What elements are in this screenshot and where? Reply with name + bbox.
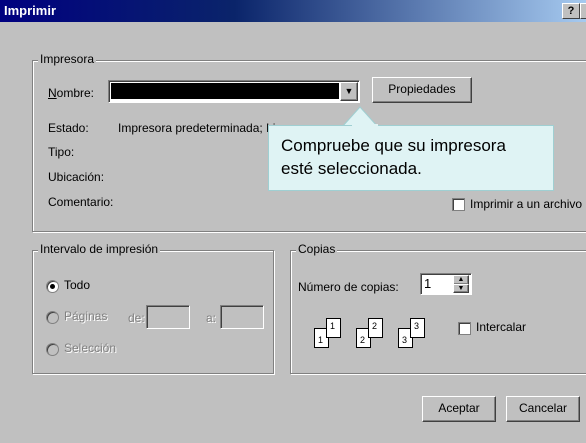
- comment-label: Comentario:: [48, 195, 114, 209]
- copies-count-label: Número de copias:: [298, 280, 399, 294]
- cancel-button[interactable]: Cancelar: [506, 396, 580, 422]
- printer-name-value: [111, 83, 339, 99]
- callout-line-2: esté seleccionada.: [281, 159, 422, 178]
- copies-count-value: 1: [424, 276, 432, 291]
- type-label: Tipo:: [48, 145, 75, 159]
- range-all-radio[interactable]: [46, 280, 59, 293]
- title-bar: Imprimir ?: [0, 0, 586, 22]
- copies-count-spinner[interactable]: 1 ▲ ▼: [420, 273, 472, 295]
- location-label: Ubicación:: [48, 170, 105, 184]
- range-to-input[interactable]: [220, 305, 264, 329]
- range-all-label: Todo: [64, 278, 91, 292]
- collate-label: Intercalar: [476, 320, 527, 334]
- close-button[interactable]: [580, 3, 586, 19]
- range-pages-radio[interactable]: [46, 311, 59, 324]
- callout-tooltip: Compruebe que su impresora esté seleccio…: [268, 125, 554, 191]
- help-button[interactable]: ?: [562, 3, 580, 19]
- range-to-label: a:: [206, 311, 217, 325]
- spinner-down-icon[interactable]: ▼: [453, 284, 469, 293]
- dropdown-arrow-icon[interactable]: ▼: [340, 82, 358, 101]
- collate-preview-icon: 1 1 2 2 3 3: [314, 314, 434, 350]
- range-from-input[interactable]: [146, 305, 190, 329]
- copies-group: [290, 250, 586, 374]
- print-dialog: Imprimir ? Impresora Nombre: ▼ Propiedad…: [0, 0, 586, 443]
- printer-name-select[interactable]: ▼: [108, 80, 360, 103]
- window-title: Imprimir: [4, 3, 57, 18]
- status-value: Impresora predeterminada; Li: [118, 121, 276, 135]
- collate-checkbox[interactable]: [458, 322, 471, 335]
- callout-line-1: Compruebe que su impresora: [281, 136, 506, 155]
- print-to-file-checkbox[interactable]: [452, 198, 465, 211]
- range-pages-label: Páginas: [64, 309, 108, 323]
- printer-name-label: Nombre:: [48, 86, 95, 100]
- printer-group-label: Impresora: [38, 52, 97, 66]
- range-selection-label: Selección: [64, 341, 117, 355]
- ok-button[interactable]: Aceptar: [422, 396, 496, 422]
- properties-button[interactable]: Propiedades: [372, 77, 472, 103]
- range-selection-radio[interactable]: [46, 343, 59, 356]
- print-to-file-label: Imprimir a un archivo: [470, 197, 583, 211]
- callout-pointer-join: [352, 124, 378, 127]
- status-label: Estado:: [48, 121, 89, 135]
- copies-group-label: Copias: [296, 242, 338, 256]
- range-from-label: de:: [128, 311, 145, 325]
- print-range-group-label: Intervalo de impresión: [38, 242, 161, 256]
